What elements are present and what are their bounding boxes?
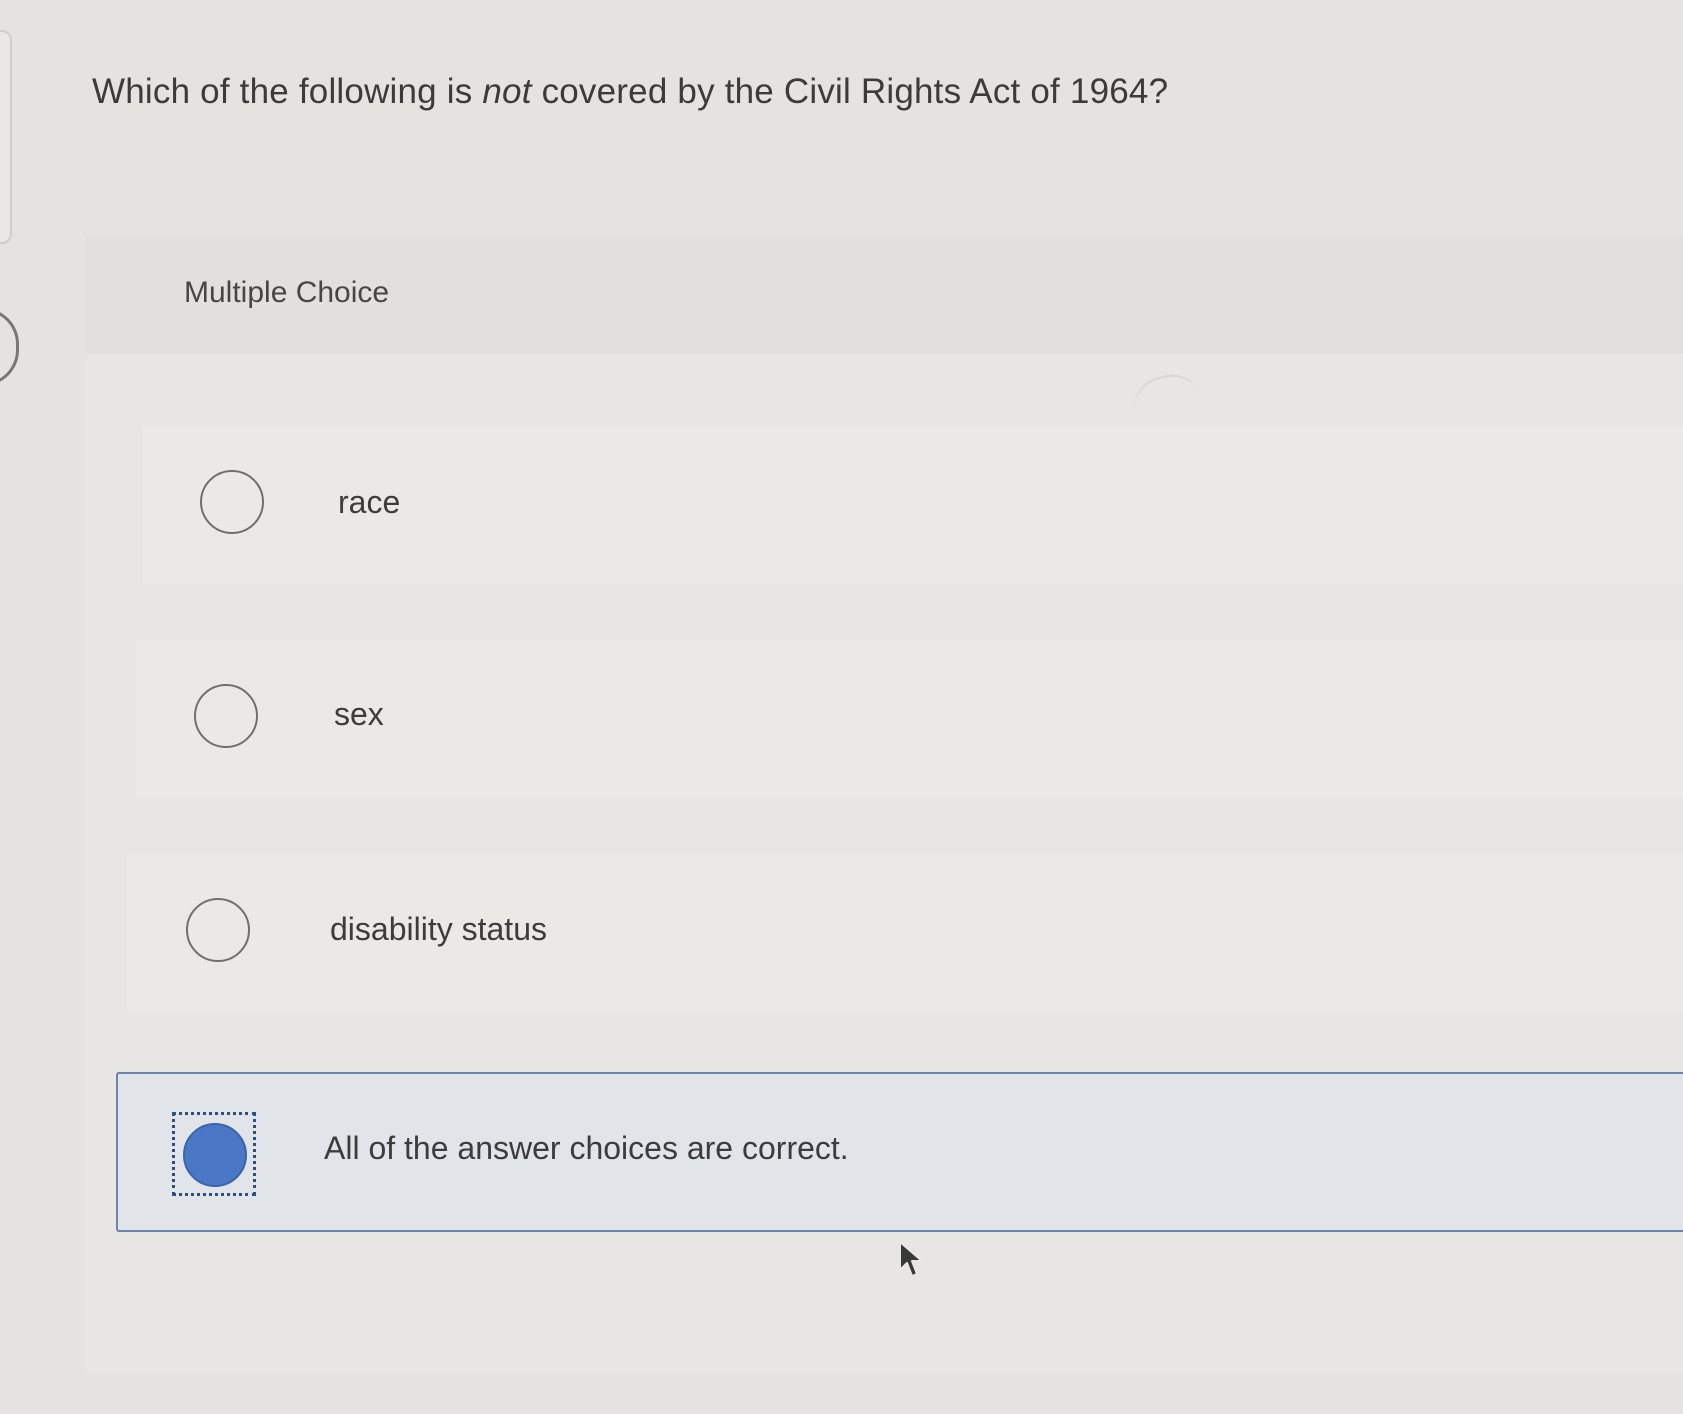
question-text: Which of the following is not covered by… xyxy=(92,72,1168,112)
answer-option-all-correct[interactable]: All of the answer choices are correct. xyxy=(116,1072,1683,1232)
answer-option-sex[interactable]: sex xyxy=(136,640,1683,798)
answer-option-disability-status[interactable]: disability status xyxy=(126,854,1683,1012)
question-text-emphasis: not xyxy=(482,72,532,111)
radio-button-icon[interactable] xyxy=(200,470,264,534)
multiple-choice-label: Multiple Choice xyxy=(184,276,390,309)
side-tab-handle[interactable] xyxy=(0,308,19,386)
answer-option-race[interactable]: race xyxy=(142,426,1683,584)
mouse-pointer-icon xyxy=(899,1241,923,1277)
answer-option-label: sex xyxy=(334,696,384,732)
question-text-before: Which of the following is xyxy=(92,72,483,111)
answer-option-label: All of the answer choices are correct. xyxy=(324,1130,849,1166)
question-text-after: covered by the Civil Rights Act of 1964? xyxy=(531,72,1169,111)
page-left-edge xyxy=(0,30,12,244)
answer-option-label: disability status xyxy=(330,911,547,947)
radio-button-icon[interactable] xyxy=(186,898,250,962)
answer-option-label: race xyxy=(338,484,401,520)
focus-ring xyxy=(172,1112,256,1196)
radio-button-icon[interactable] xyxy=(194,684,258,748)
radio-button-selected-icon[interactable] xyxy=(183,1123,247,1187)
